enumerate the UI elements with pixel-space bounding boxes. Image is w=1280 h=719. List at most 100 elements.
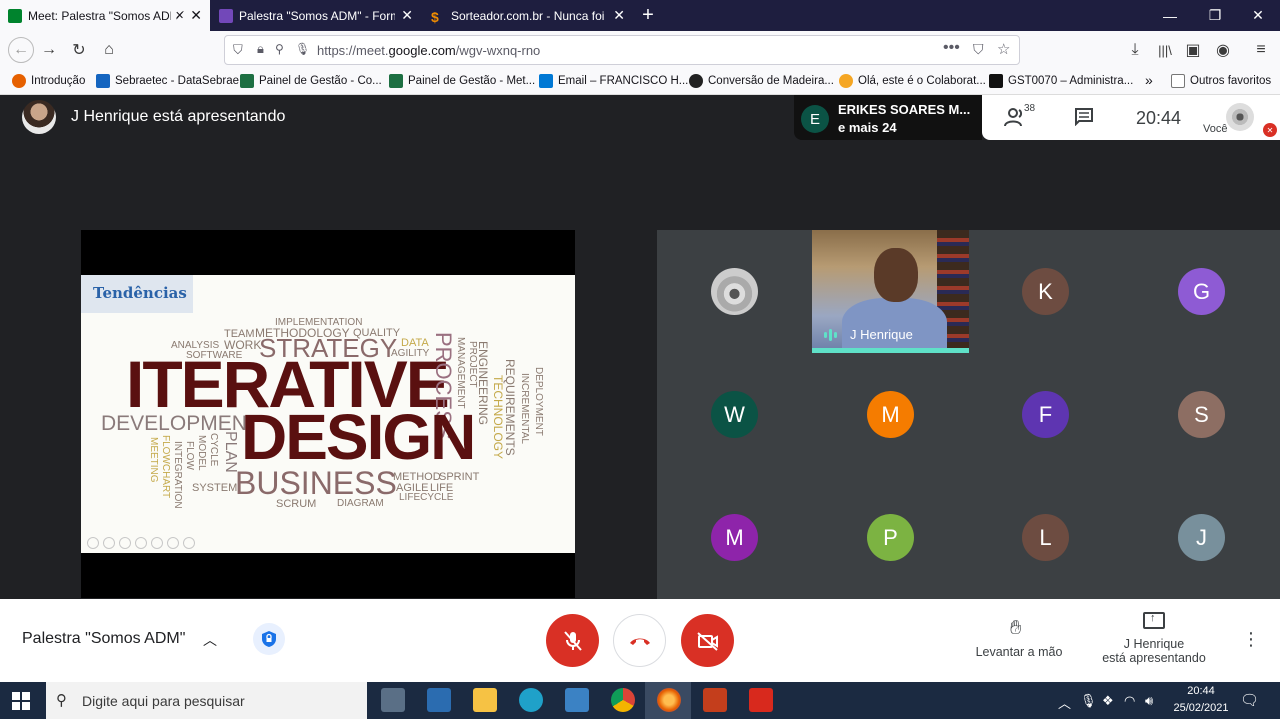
edge-icon[interactable] [519, 688, 543, 712]
chrome-icon[interactable] [611, 688, 635, 712]
home-icon[interactable]: ⌂ [98, 39, 120, 61]
more-options-icon[interactable]: ⋮ [1242, 629, 1260, 650]
raise-hand-icon[interactable]: ✋︎ [1010, 617, 1021, 640]
mic-toggle-button[interactable] [546, 614, 599, 667]
pen-icon[interactable] [119, 537, 131, 549]
participant-tile[interactable]: P [813, 476, 969, 599]
bookmark-item[interactable]: Email – FRANCISCO H... [539, 74, 688, 88]
participant-tile[interactable]: L [968, 476, 1124, 599]
participant-tile[interactable]: M [813, 353, 969, 476]
close-tab-icon[interactable]: ✕ [401, 7, 413, 24]
security-shield-icon[interactable] [253, 623, 285, 655]
avatar[interactable] [1226, 103, 1254, 131]
close-tab-icon[interactable]: ✕ [613, 7, 625, 24]
more-icon[interactable] [183, 537, 195, 549]
tab-sorteador[interactable]: $ Sorteador.com.br - Nunca foi t ✕ [423, 0, 633, 31]
clock-time[interactable]: 20:44 [1176, 685, 1226, 697]
clock-date[interactable]: 25/02/2021 [1168, 702, 1234, 714]
chevron-up-icon[interactable]: ︿ [203, 630, 217, 650]
close-tab-icon[interactable]: ✕ [190, 7, 202, 24]
network-app-icon[interactable] [427, 688, 451, 712]
bookmark-item[interactable]: Olá, este é o Colaborat... [839, 74, 986, 88]
powerpoint-icon[interactable] [703, 688, 727, 712]
screen-icon[interactable] [167, 537, 179, 549]
file-explorer-icon[interactable] [473, 688, 497, 712]
participants-grid: J Henrique K G W M F S M P L J [657, 230, 1280, 599]
shield-icon[interactable]: ⛉ [233, 42, 243, 58]
prev-slide-icon[interactable] [87, 537, 99, 549]
chat-icon[interactable] [1074, 108, 1094, 126]
other-bookmarks-folder[interactable]: Outros favoritos [1171, 74, 1271, 88]
participants-chip[interactable]: E ERIKES SOARES M... e mais 24 [794, 95, 982, 140]
minimize-icon[interactable]: — [1148, 0, 1192, 31]
participant-tile[interactable]: M [657, 476, 813, 599]
participant-tile[interactable]: S [1124, 353, 1280, 476]
participant-tile[interactable]: G [1124, 230, 1280, 353]
participant-tile-video[interactable]: J Henrique [812, 230, 969, 353]
menu-icon[interactable]: ≡ [1250, 39, 1272, 61]
close-window-icon[interactable]: ✕ [1236, 0, 1280, 31]
back-icon[interactable]: ← [8, 37, 34, 63]
windows-start-icon[interactable] [12, 692, 30, 710]
next-slide-icon[interactable] [103, 537, 115, 549]
wifi-icon[interactable]: ◠ [1124, 693, 1135, 709]
camera-toggle-button[interactable] [681, 614, 734, 667]
bookmark-item[interactable]: Conversão de Madeira... [689, 74, 834, 88]
firefox-icon[interactable] [657, 688, 681, 712]
pocket-icon[interactable]: ⛉ [973, 41, 984, 58]
dropbox-icon[interactable]: ❖ [1102, 693, 1114, 709]
presenting-status[interactable]: J Henrique está apresentando [1090, 637, 1218, 665]
microphone-icon[interactable]: 🎙︎ [1080, 693, 1097, 709]
participant-tile[interactable]: F [968, 353, 1124, 476]
search-input[interactable]: Digite aqui para pesquisar [82, 693, 245, 709]
you-label: Você [1203, 123, 1228, 135]
bookmark-item[interactable]: Sebraetec - DataSebrae [96, 74, 239, 88]
bookmark-item[interactable]: Introdução [12, 74, 85, 88]
avatar: P [867, 514, 914, 561]
bookmark-star-icon[interactable]: ☆ [997, 40, 1010, 58]
chip-more: e mais 24 [838, 120, 897, 135]
participant-tile[interactable]: K [968, 230, 1124, 353]
permissions-icon[interactable]: ⚲ [275, 42, 284, 56]
library-icon[interactable]: |||\ [1154, 39, 1176, 61]
forward-icon[interactable]: → [38, 39, 60, 61]
bookmarks-overflow-button[interactable]: » [1145, 72, 1153, 88]
meeting-title[interactable]: Palestra "Somos ADM" [22, 630, 185, 648]
present-now-icon[interactable]: ↑ [1143, 612, 1165, 629]
reload-icon[interactable]: ↻ [68, 39, 90, 61]
participant-tile[interactable]: J [1124, 476, 1280, 599]
pointer-icon[interactable] [135, 537, 147, 549]
downloads-icon[interactable]: ⤓ [1124, 39, 1146, 61]
bookmark-item[interactable]: Painel de Gestão - Co... [240, 74, 382, 88]
url-bar[interactable]: ⛉ 🔒︎ ⚲ 🎙︎ https://meet.google.com/wgv-wx… [224, 35, 1020, 65]
notifications-icon[interactable]: 🗨︎ [1240, 691, 1259, 709]
page-actions-icon[interactable]: ••• [943, 39, 960, 57]
word: DEPLOYMENT [533, 367, 544, 436]
raise-hand-button[interactable]: Levantar a mão [962, 645, 1076, 659]
acrobat-icon[interactable] [749, 688, 773, 712]
microphone-icon[interactable]: 🎙︎ [295, 42, 310, 56]
volume-icon[interactable]: 🔊︎ [1145, 693, 1153, 709]
participant-tile[interactable]: W [657, 353, 813, 476]
participant-tile[interactable] [657, 230, 813, 353]
restore-icon[interactable]: ❐ [1193, 0, 1237, 31]
calculator-icon[interactable] [381, 688, 405, 712]
show-hidden-icons-icon[interactable]: ︿ [1058, 693, 1071, 712]
mute-tab-icon[interactable]: ✕̸ [175, 9, 184, 22]
lock-icon[interactable]: 🔒︎ [257, 41, 264, 57]
new-tab-button[interactable]: + [636, 0, 660, 31]
account-icon[interactable]: ◉ [1212, 39, 1234, 61]
sidebar-icon[interactable]: ▣ [1182, 39, 1204, 61]
tab-forms[interactable]: Palestra "Somos ADM" - Form ✕ [211, 0, 421, 31]
zoom-icon[interactable] [151, 537, 163, 549]
presentation-view[interactable]: Tendências IMPLEMENTATION TEAM METHODOLO… [81, 230, 575, 598]
leave-call-button[interactable] [613, 614, 666, 667]
mail-icon[interactable] [565, 688, 589, 712]
mic-off-icon [563, 630, 582, 651]
bookmark-item[interactable]: GST0070 – Administra... [989, 74, 1133, 88]
taskbar-search[interactable]: ⚲ Digite aqui para pesquisar [46, 682, 367, 719]
tab-meet[interactable]: Meet: Palestra "Somos ADM" ✕̸ ✕ [0, 0, 210, 31]
avatar [711, 268, 758, 315]
navigation-bar: ← → ↻ ⌂ ⛉ 🔒︎ ⚲ 🎙︎ https://meet.google.co… [0, 31, 1280, 69]
bookmark-item[interactable]: Painel de Gestão - Met... [389, 74, 535, 88]
